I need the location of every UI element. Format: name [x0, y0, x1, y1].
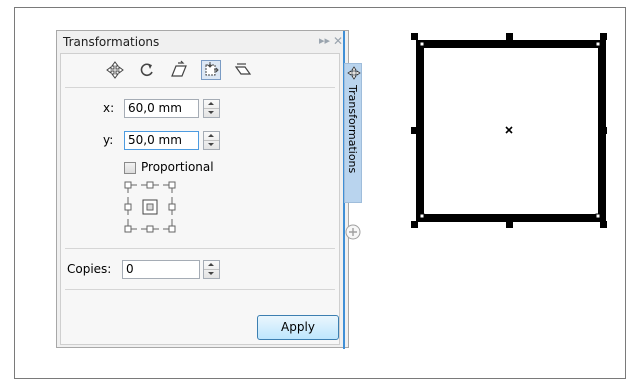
handle-bottom-right[interactable] — [600, 221, 607, 228]
copies-spinner[interactable] — [203, 260, 220, 279]
separator — [65, 289, 335, 290]
x-spin-down-icon[interactable] — [204, 108, 219, 116]
docker-titlebar[interactable]: Transformations ▸▸ ✕ — [57, 31, 343, 53]
copies-input[interactable]: 0 — [122, 260, 200, 279]
copies-spin-down-icon[interactable] — [204, 269, 219, 277]
close-icon[interactable]: ✕ — [333, 34, 343, 48]
handle-middle-left[interactable] — [411, 127, 418, 134]
anchor-bottom-right[interactable] — [168, 225, 176, 233]
handle-top-left[interactable] — [411, 33, 418, 40]
anchor-top-right[interactable] — [168, 181, 176, 189]
docker-side-tabs: Transformations — [344, 53, 362, 346]
handle-bottom-center[interactable] — [506, 221, 513, 228]
docker-title: Transformations — [63, 35, 160, 49]
tab-transformations-label: Transformations — [346, 85, 359, 174]
proportional-checkbox[interactable] — [124, 162, 136, 174]
skew-icon[interactable] — [233, 60, 253, 80]
anchor-point-grid[interactable] — [123, 179, 185, 241]
y-spinner[interactable] — [203, 131, 220, 150]
anchor-middle-right[interactable] — [168, 203, 176, 211]
x-spinner[interactable] — [203, 99, 220, 118]
tab-transformations[interactable]: Transformations — [344, 63, 362, 203]
separator — [65, 248, 335, 249]
transformations-docker: Transformations ▸▸ ✕ x: 60,0 mm y: 50,0 … — [56, 30, 362, 349]
anchor-bottom-center[interactable] — [146, 225, 154, 233]
add-docker-icon[interactable] — [344, 223, 362, 241]
anchor-top-center[interactable] — [146, 181, 154, 189]
copies-label: Copies: — [67, 262, 112, 276]
handle-middle-right[interactable] — [600, 127, 607, 134]
y-position-input[interactable]: 50,0 mm — [124, 131, 199, 150]
y-spin-down-icon[interactable] — [204, 140, 219, 148]
center-mark-icon[interactable] — [505, 126, 513, 134]
anchor-bottom-left[interactable] — [124, 225, 132, 233]
collapse-arrows-icon[interactable]: ▸▸ — [319, 34, 330, 47]
y-label: y: — [103, 133, 114, 147]
docker-content: x: 60,0 mm y: 50,0 mm Proportional Copie… — [60, 53, 340, 345]
size-icon[interactable] — [201, 60, 221, 80]
x-position-input[interactable]: 60,0 mm — [124, 99, 199, 118]
transform-toolbar — [105, 60, 265, 82]
anchor-middle-left[interactable] — [124, 203, 132, 211]
handle-top-right[interactable] — [600, 33, 607, 40]
scale-mirror-icon[interactable] — [169, 60, 189, 80]
apply-button[interactable]: Apply — [257, 315, 339, 340]
handle-bottom-left[interactable] — [411, 221, 418, 228]
rotate-icon[interactable] — [137, 60, 157, 80]
separator — [65, 87, 335, 88]
position-icon[interactable] — [105, 60, 125, 80]
x-label: x: — [103, 101, 115, 115]
transform-tab-icon — [347, 66, 361, 80]
handle-top-center[interactable] — [506, 33, 513, 40]
proportional-label[interactable]: Proportional — [141, 160, 214, 174]
anchor-top-left[interactable] — [124, 181, 132, 189]
